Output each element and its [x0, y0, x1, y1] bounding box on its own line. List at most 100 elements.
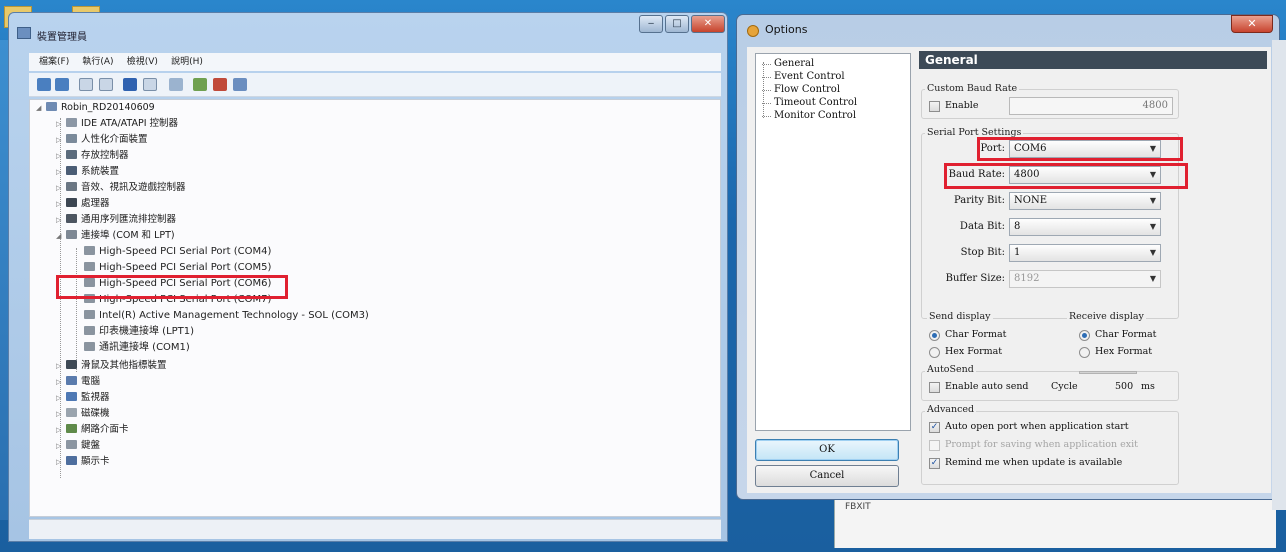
port-item[interactable]: 通訊連接埠 (COM1) — [82, 340, 190, 356]
options-close-button[interactable]: ✕ — [1231, 15, 1273, 33]
cycle-value[interactable]: 500 — [1115, 381, 1133, 392]
display-adapter-icon — [66, 456, 77, 465]
tree-category-ports[interactable]: ◢ 連接埠 (COM 和 LPT) — [56, 228, 175, 244]
custom-baud-enable-checkbox[interactable] — [929, 101, 940, 112]
tree-category[interactable]: ▷ 音效、視訊及遊戲控制器 — [56, 180, 186, 196]
forward-icon[interactable] — [55, 78, 69, 91]
properties-icon[interactable] — [99, 78, 113, 91]
options-dialog: Options ✕ General Event Control Flow Con… — [736, 14, 1280, 500]
system-devices-icon — [66, 166, 77, 175]
chevron-down-icon: ▼ — [1149, 222, 1156, 231]
auto-open-port-checkbox[interactable]: ✓ — [929, 422, 940, 433]
buffer-size-label: Buffer Size: — [945, 273, 1005, 284]
cycle-label: Cycle — [1051, 381, 1078, 392]
enable-device-icon[interactable] — [233, 78, 247, 91]
autosend-enable-label: Enable auto send — [945, 381, 1029, 392]
tree-category[interactable]: ▷ 磁碟機 — [56, 406, 110, 422]
close-button[interactable]: ✕ — [691, 15, 725, 33]
scan-hardware-icon[interactable] — [169, 78, 183, 91]
monitor-icon — [66, 392, 77, 401]
general-header: General — [919, 51, 1267, 69]
remind-update-checkbox[interactable]: ✓ — [929, 458, 940, 469]
auto-open-port-label: Auto open port when application start — [945, 421, 1129, 432]
nav-general[interactable]: General — [761, 58, 814, 69]
disk-drive-icon — [66, 408, 77, 417]
device-manager-title: 裝置管理員 — [37, 32, 87, 43]
receive-char-format-radio[interactable] — [1079, 330, 1090, 341]
tree-category[interactable]: ▷ 監視器 — [56, 390, 110, 406]
tree-category[interactable]: ▷ 通用序列匯流排控制器 — [56, 212, 176, 228]
receive-hex-format-radio[interactable] — [1079, 347, 1090, 358]
options-nav-tree: General Event Control Flow Control Timeo… — [755, 53, 911, 431]
processor-icon — [66, 198, 77, 207]
minimize-button[interactable]: ‒ — [639, 15, 663, 33]
menu-bar: 檔案(F) 執行(A) 檢視(V) 說明(H) — [29, 53, 721, 71]
send-hex-format-label: Hex Format — [945, 346, 1003, 357]
tree-category[interactable]: ▷ 系統裝置 — [56, 164, 119, 180]
highlight-box-com6 — [56, 275, 288, 299]
port-icon — [84, 342, 95, 351]
prompt-save-checkbox[interactable] — [929, 440, 940, 451]
nav-timeout-control[interactable]: Timeout Control — [761, 97, 857, 108]
buffer-size-select[interactable]: 8192 ▼ — [1009, 270, 1161, 288]
cancel-button[interactable]: Cancel — [755, 465, 899, 487]
port-item[interactable]: 印表機連接埠 (LPT1) — [82, 324, 194, 340]
port-item[interactable]: High-Speed PCI Serial Port (COM4) — [82, 244, 271, 260]
tree-root[interactable]: ◢ Robin_RD20140609 — [36, 100, 155, 116]
background-window-text: FBXIT — [845, 502, 871, 512]
background-scrollbar[interactable] — [1272, 40, 1286, 510]
tree-category[interactable]: ▷ 網路介面卡 — [56, 422, 129, 438]
parity-bit-label: Parity Bit: — [953, 195, 1005, 206]
tree-category[interactable]: ▷ 人性化介面裝置 — [56, 132, 148, 148]
update-driver-icon[interactable] — [193, 78, 207, 91]
highlight-box-port — [977, 137, 1183, 161]
menu-help[interactable]: 說明(H) — [171, 53, 203, 71]
device-manager-titlebar[interactable]: 裝置管理員 ‒ □ ✕ — [9, 13, 727, 43]
cycle-slider[interactable] — [1079, 371, 1137, 374]
tree-category[interactable]: ▷ IDE ATA/ATAPI 控制器 — [56, 116, 178, 132]
send-char-format-radio[interactable] — [929, 330, 940, 341]
options-client-area: General Event Control Flow Control Timeo… — [747, 47, 1271, 493]
status-bar — [29, 519, 721, 539]
tree-category[interactable]: ▷ 鍵盤 — [56, 438, 100, 454]
tree-category[interactable]: ▷ 處理器 — [56, 196, 110, 212]
port-icon — [84, 262, 95, 271]
help-icon[interactable] — [123, 78, 137, 91]
parity-bit-value: NONE — [1014, 195, 1047, 206]
stop-bit-select[interactable]: 1 ▼ — [1009, 244, 1161, 262]
ok-button[interactable]: OK — [755, 439, 899, 461]
send-hex-format-radio[interactable] — [929, 347, 940, 358]
show-hide-tree-icon[interactable] — [79, 78, 93, 91]
buffer-size-value: 8192 — [1014, 273, 1040, 284]
view-icon[interactable] — [143, 78, 157, 91]
autosend-enable-checkbox[interactable] — [929, 382, 940, 393]
tree-category[interactable]: ▷ 電腦 — [56, 374, 100, 390]
advanced-title: Advanced — [925, 404, 977, 415]
menu-view[interactable]: 檢視(V) — [127, 53, 158, 71]
nav-flow-control[interactable]: Flow Control — [761, 84, 840, 95]
data-bit-select[interactable]: 8 ▼ — [1009, 218, 1161, 236]
tree-category[interactable]: ▷ 存放控制器 — [56, 148, 129, 164]
port-item[interactable]: High-Speed PCI Serial Port (COM5) — [82, 260, 271, 276]
custom-baud-input[interactable]: 4800 — [1009, 97, 1173, 115]
printer-port-icon — [84, 326, 95, 335]
background-window: FBXIT — [834, 500, 1276, 548]
maximize-button[interactable]: □ — [665, 15, 689, 33]
port-icon — [84, 246, 95, 255]
usb-controller-icon — [66, 214, 77, 223]
data-bit-label: Data Bit: — [959, 221, 1005, 232]
nav-event-control[interactable]: Event Control — [762, 71, 845, 82]
tree-category[interactable]: ▷ 滑鼠及其他指標裝置 — [56, 358, 167, 374]
menu-action[interactable]: 執行(A) — [82, 53, 113, 71]
parity-bit-select[interactable]: NONE ▼ — [1009, 192, 1161, 210]
nav-monitor-control[interactable]: Monitor Control — [761, 110, 856, 121]
options-app-icon — [747, 25, 759, 37]
uninstall-icon[interactable] — [213, 78, 227, 91]
options-title: Options — [765, 23, 808, 36]
remind-update-label: Remind me when update is available — [945, 457, 1123, 468]
menu-file[interactable]: 檔案(F) — [39, 53, 69, 71]
port-item[interactable]: Intel(R) Active Management Technology - … — [82, 308, 369, 324]
keyboard-icon — [66, 440, 77, 449]
tree-category[interactable]: ▷ 顯示卡 — [56, 454, 110, 470]
back-icon[interactable] — [37, 78, 51, 91]
